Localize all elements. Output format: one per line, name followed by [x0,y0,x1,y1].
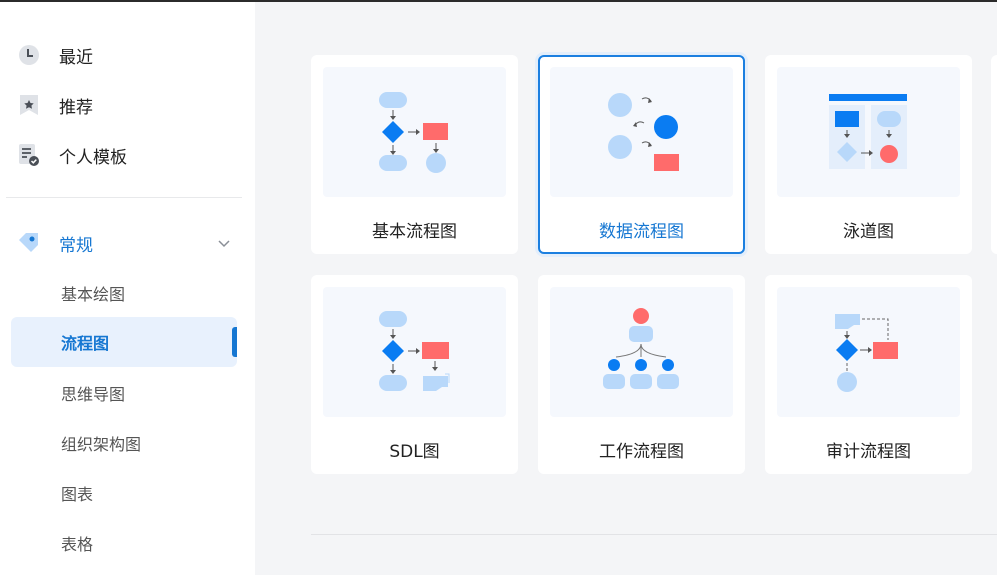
sidebar: 最近 推荐 个人模板 常规 基本绘图 流程图 思维导图 组织架构图 图表 表格 [0,2,255,575]
sidebar-item-basic-drawing[interactable]: 基本绘图 [11,268,237,318]
sdl-preview-icon [379,311,450,391]
template-card-audit-flowchart[interactable]: 审计流程图 [765,275,972,474]
workflow-preview-icon [603,308,679,389]
personal-template-icon [17,143,41,167]
sidebar-item-tables[interactable]: 表格 [11,518,237,568]
template-card-label: 基本流程图 [372,222,457,242]
template-card-sdl[interactable]: SDL图 [311,275,518,474]
sidebar-item-mind-map[interactable]: 思维导图 [11,368,237,418]
template-thumbnail [323,67,506,197]
sidebar-item-label: 组织架构图 [61,435,142,454]
template-card-basic-flowchart[interactable]: 基本流程图 [311,55,518,254]
template-card-swimlane[interactable]: 泳道图 [765,55,972,254]
sidebar-item-org-chart[interactable]: 组织架构图 [11,418,237,468]
sidebar-item-recent[interactable]: 最近 [11,32,237,78]
sidebar-item-label: 表格 [61,535,94,554]
template-thumbnail [777,67,960,197]
tag-icon [17,231,41,255]
template-card-label: 泳道图 [843,222,894,242]
sidebar-item-flowchart[interactable]: 流程图 [11,317,237,367]
audit-flowchart-preview-icon [835,314,898,392]
template-thumbnail [550,287,733,417]
template-card-data-flowchart[interactable]: 数据流程图 [538,55,745,254]
template-thumbnail [777,287,960,417]
template-card-label: SDL图 [389,442,440,462]
star-bookmark-icon [17,93,41,117]
sidebar-item-personal-templates[interactable]: 个人模板 [11,132,237,178]
clock-icon [17,43,41,67]
sidebar-item-label: 最近 [59,47,93,68]
data-flowchart-preview-icon [608,93,679,171]
sidebar-item-label: 个人模板 [59,147,127,168]
template-card-label: 数据流程图 [599,222,684,242]
template-card-label: 审计流程图 [826,442,911,462]
sidebar-item-charts[interactable]: 图表 [11,468,237,518]
template-card-workflow[interactable]: 工作流程图 [538,275,745,474]
sidebar-item-label: 推荐 [59,97,93,118]
template-card-partial[interactable] [991,55,997,254]
swimlane-preview-icon [829,94,907,169]
template-thumbnail [323,287,506,417]
basic-flowchart-preview-icon [379,92,448,173]
sidebar-item-label: 思维导图 [61,385,126,404]
sidebar-divider [6,197,242,198]
content-divider [311,534,997,535]
sidebar-item-label: 图表 [61,485,94,504]
sidebar-item-label: 流程图 [61,334,110,353]
template-card-label: 工作流程图 [599,442,684,462]
sidebar-section-label: 常规 [59,235,93,256]
sidebar-section-general[interactable]: 常规 [11,220,237,266]
template-thumbnail [550,67,733,197]
sidebar-item-recommended[interactable]: 推荐 [11,82,237,128]
sidebar-item-label: 基本绘图 [61,285,126,304]
chevron-down-icon[interactable] [217,235,231,255]
